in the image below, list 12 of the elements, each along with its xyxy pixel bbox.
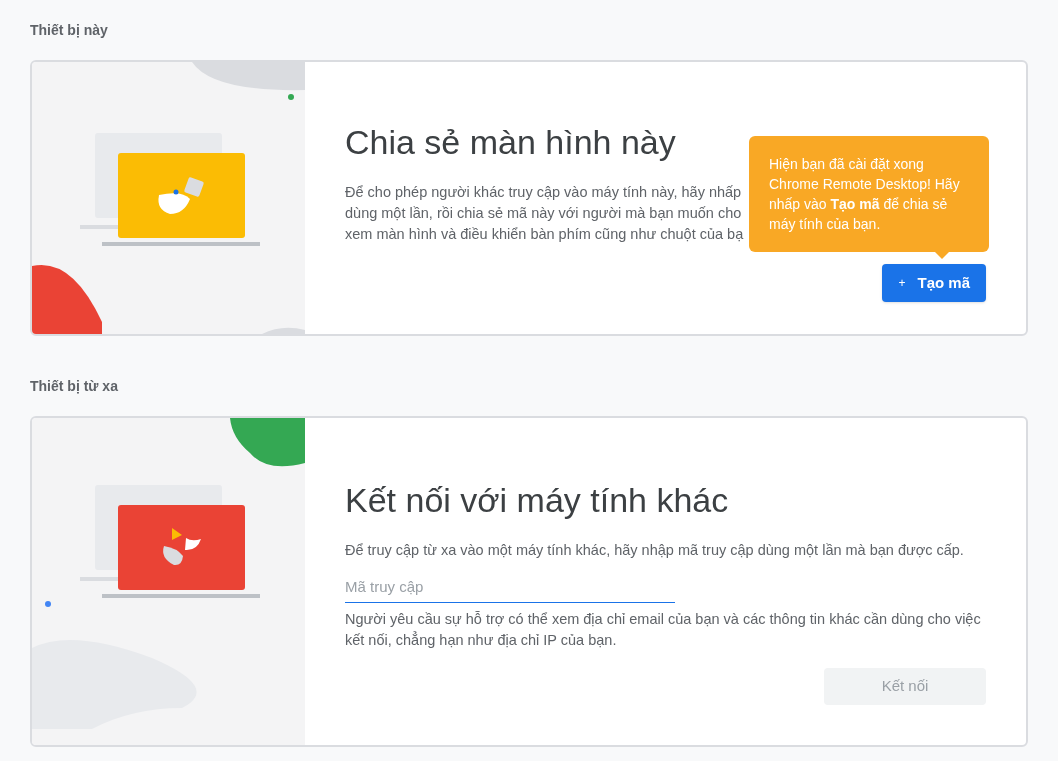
section-heading: Thiết bị này (30, 21, 109, 40)
tooltip: Hiện bạn đã cài đặt xong Chrome Remote Desktop! Hãy nhấp vào Tạo mã để chia sẻ máy tính của bạn. (749, 136, 989, 252)
description: Để truy cập từ xa vào một máy tính khác, hãy nhập mã truy cập dùng một lần mà bạn được cấp. (345, 541, 965, 560)
access-code-field[interactable]: Mã truy cập (345, 573, 675, 603)
description: Để cho phép người khác truy cập vào máy tính này, hãy nhấp dùng một lần, rồi chia sẻ mã này với người mà bạn muốn cho xem màn hình và điều khiển bàn phím cũng như chuột của bạ (345, 183, 745, 244)
plus-icon: + (898, 274, 906, 292)
privacy-note: Người yêu cầu sự hỗ trợ có thể xem địa chỉ email của bạn và các thông tin khác cần dùng cho việc kết nối, chẳng hạn như địa chỉ IP của bạn. (345, 609, 982, 650)
card-title: Chia sẻ màn hình này (345, 122, 676, 163)
card-title: Kết nối với máy tính khác (345, 480, 730, 521)
section-heading: Thiết bị từ xa (30, 377, 119, 396)
generate-code-button[interactable]: + Tạo mã (882, 264, 986, 302)
tooltip-arrow (935, 252, 949, 259)
